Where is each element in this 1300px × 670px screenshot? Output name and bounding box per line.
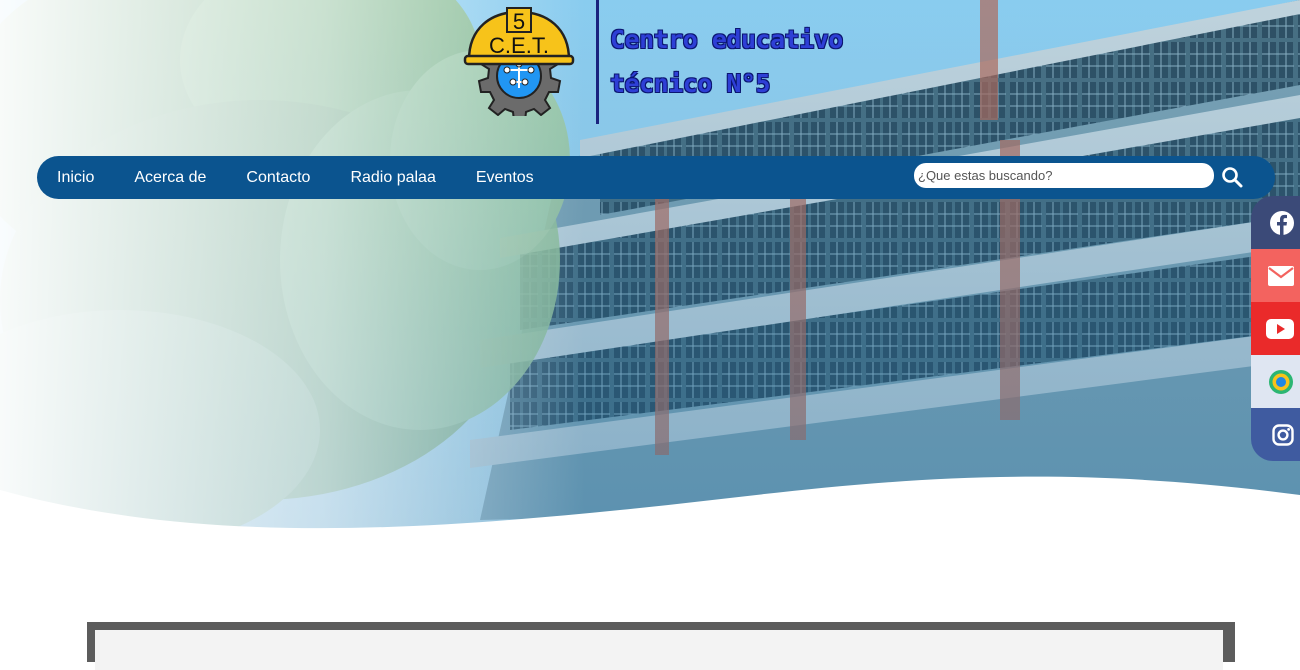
youtube-icon <box>1266 318 1294 339</box>
nav-menu: Inicio Acerca de Contacto Radio palaa Ev… <box>57 156 574 199</box>
search-icon <box>1222 167 1243 188</box>
facebook-icon <box>1270 210 1294 235</box>
mail-icon <box>1268 265 1294 286</box>
logo-divider <box>596 0 599 124</box>
site-title: Centro educativo técnico N°5 <box>610 25 843 98</box>
social-sidebar <box>1251 196 1300 461</box>
instagram-icon <box>1272 423 1294 446</box>
search-button[interactable] <box>1221 166 1245 190</box>
nav-item-acerca-de[interactable]: Acerca de <box>134 169 206 187</box>
instagram-link[interactable] <box>1251 408 1300 461</box>
logo-number: 5 <box>513 9 525 34</box>
main-navbar: Inicio Acerca de Contacto Radio palaa Ev… <box>37 156 1275 199</box>
logo-text: C.E.T. <box>489 33 549 58</box>
nav-item-eventos[interactable]: Eventos <box>476 169 534 187</box>
email-link[interactable] <box>1251 249 1300 302</box>
search-input[interactable] <box>914 163 1214 188</box>
facebook-link[interactable] <box>1251 196 1300 249</box>
featured-image <box>95 630 1223 670</box>
radio-link[interactable] <box>1251 355 1300 408</box>
nav-item-contacto[interactable]: Contacto <box>246 169 310 187</box>
gear-helmet-logo-icon: 5 C.E.T. <box>463 7 575 122</box>
radio-logo-icon <box>1269 369 1293 394</box>
youtube-link[interactable] <box>1251 302 1300 355</box>
nav-item-inicio[interactable]: Inicio <box>57 169 94 187</box>
school-logo[interactable]: 5 C.E.T. <box>463 4 575 122</box>
featured-image-frame <box>87 622 1235 670</box>
nav-item-radio-palaa[interactable]: Radio palaa <box>350 169 435 187</box>
